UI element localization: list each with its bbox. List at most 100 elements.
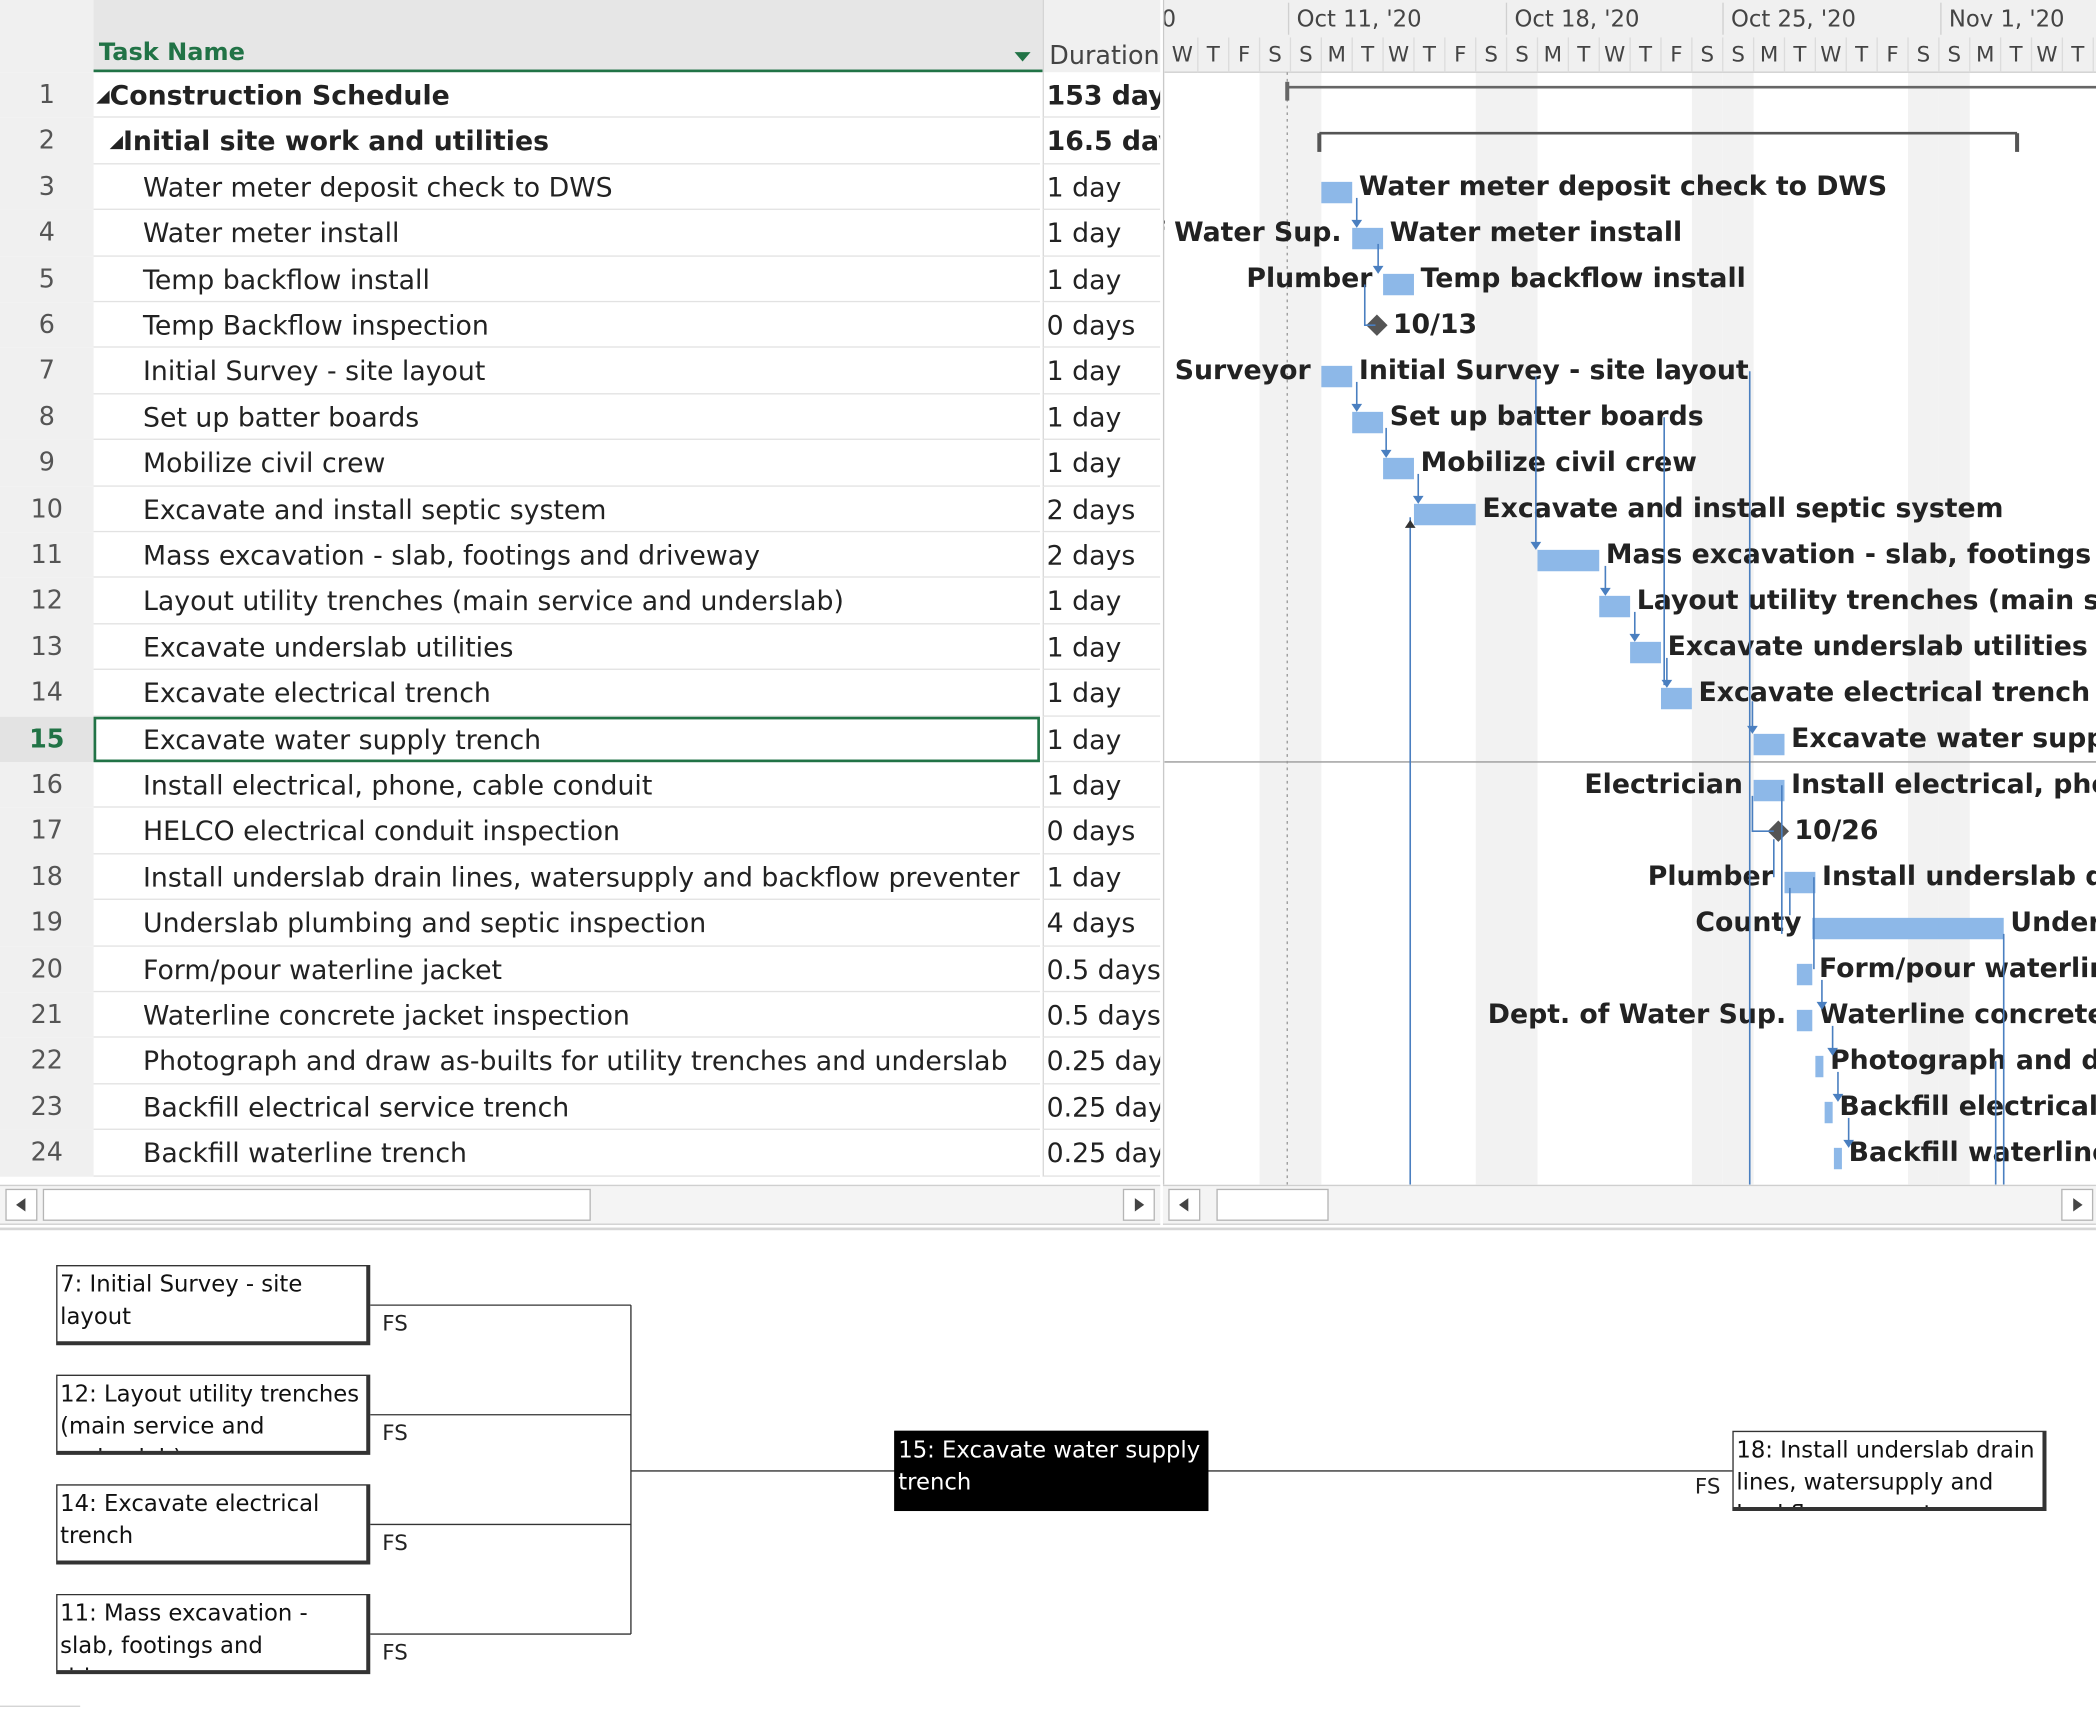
predecessor-node-14[interactable]: 14: Excavate electrical trench: [56, 1484, 371, 1565]
gantt-scroll-thumb[interactable]: [1216, 1188, 1329, 1221]
task-name-cell[interactable]: Excavate electrical trench: [93, 670, 1040, 717]
task-name-cell[interactable]: Temp Backflow inspection: [93, 302, 1040, 349]
row-number[interactable]: 6: [0, 302, 94, 349]
task-name-cell[interactable]: Mass excavation - slab, footings and dri…: [93, 532, 1040, 579]
task-name-cell[interactable]: Initial Survey - site layout: [93, 348, 1040, 395]
collapse-triangle-icon[interactable]: ◢: [96, 87, 109, 107]
successor-node-18[interactable]: 18: Install underslab drain lines, water…: [1732, 1430, 2047, 1512]
task-name-cell[interactable]: Install underslab drain lines, watersupp…: [93, 854, 1040, 901]
table-row[interactable]: 19 Underslab plumbing and septic inspecti…: [0, 900, 1161, 947]
duration-cell[interactable]: 0.5 days: [1042, 992, 1161, 1039]
table-row[interactable]: 21 Waterline concrete jacket inspection 0.…: [0, 992, 1161, 1039]
predecessor-node-11[interactable]: 11: Mass excavation - slab, footings and…: [56, 1593, 371, 1675]
table-row[interactable]: 9 Mobilize civil crew 1 day: [0, 440, 1161, 487]
row-number[interactable]: 13: [0, 624, 94, 671]
task-name-cell[interactable]: Layout utility trenches (main service an…: [93, 578, 1040, 625]
task-name-cell[interactable]: Waterline concrete jacket inspection: [93, 992, 1040, 1039]
task-name-column-header[interactable]: Task Name: [93, 0, 1043, 73]
row-number[interactable]: 5: [0, 256, 94, 303]
task-name-cell[interactable]: Backfill electrical service trench: [93, 1084, 1040, 1131]
table-row[interactable]: 4 Water meter install 1 day: [0, 210, 1161, 257]
row-number[interactable]: 16: [0, 762, 94, 809]
duration-cell[interactable]: 0.5 days: [1042, 946, 1161, 993]
duration-cell[interactable]: 0.25 days: [1042, 1038, 1161, 1085]
row-number[interactable]: 7: [0, 348, 94, 395]
table-row[interactable]: 5 Temp backflow install 1 day: [0, 256, 1161, 303]
row-number[interactable]: 9: [0, 440, 94, 487]
filter-dropdown-icon[interactable]: [1014, 52, 1031, 62]
table-horizontal-scrollbar[interactable]: [0, 1184, 1161, 1225]
task-name-cell[interactable]: Underslab plumbing and septic inspection: [93, 900, 1040, 947]
row-number[interactable]: 8: [0, 394, 94, 441]
task-name-cell[interactable]: Set up batter boards: [93, 394, 1040, 441]
row-number[interactable]: 24: [0, 1130, 94, 1177]
duration-cell[interactable]: 16.5 days: [1042, 118, 1161, 165]
duration-cell[interactable]: 1 day: [1042, 348, 1161, 395]
task-name-cell[interactable]: ◢Construction Schedule: [93, 72, 1040, 119]
duration-cell[interactable]: 1 day: [1042, 210, 1161, 257]
table-row[interactable]: 15 Excavate water supply trench 1 day: [0, 716, 1161, 763]
row-number[interactable]: 1: [0, 72, 94, 119]
row-number-header[interactable]: [0, 0, 94, 73]
table-row[interactable]: 3 Water meter deposit check to DWS 1 day: [0, 164, 1161, 211]
task-name-cell[interactable]: Excavate underslab utilities: [93, 624, 1040, 671]
gantt-scroll-right-button[interactable]: [2061, 1188, 2094, 1221]
row-number[interactable]: 23: [0, 1084, 94, 1131]
task-name-cell[interactable]: Water meter install: [93, 210, 1040, 257]
table-row[interactable]: 16 Install electrical, phone, cable condu…: [0, 762, 1161, 809]
table-row[interactable]: 22 Photograph and draw as-builts for util…: [0, 1038, 1161, 1085]
task-name-cell[interactable]: Excavate and install septic system: [93, 486, 1040, 533]
task-name-cell[interactable]: Mobilize civil crew: [93, 440, 1040, 487]
duration-cell[interactable]: 1 day: [1042, 394, 1161, 441]
table-row[interactable]: 18 Install underslab drain lines, watersu…: [0, 854, 1161, 901]
task-name-cell[interactable]: Photograph and draw as-builts for utilit…: [93, 1038, 1040, 1085]
gantt-scroll-left-button[interactable]: [1168, 1188, 1201, 1221]
duration-cell[interactable]: 1 day: [1042, 854, 1161, 901]
duration-cell[interactable]: 1 day: [1042, 440, 1161, 487]
row-number[interactable]: 2: [0, 118, 94, 165]
row-number[interactable]: 4: [0, 210, 94, 257]
gantt-horizontal-scrollbar[interactable]: [1162, 1184, 2096, 1225]
task-name-cell[interactable]: Excavate water supply trench: [93, 716, 1040, 763]
row-number[interactable]: 19: [0, 900, 94, 947]
duration-cell[interactable]: 0.25 days: [1042, 1130, 1161, 1177]
duration-column-header[interactable]: Duration: [1042, 0, 1161, 73]
duration-cell[interactable]: 1 day: [1042, 716, 1161, 763]
table-row[interactable]: 2 ◢Initial site work and utilities 16.5 da…: [0, 118, 1161, 165]
duration-cell[interactable]: 4 days: [1042, 900, 1161, 947]
duration-cell[interactable]: 1 day: [1042, 256, 1161, 303]
table-row[interactable]: 11 Mass excavation - slab, footings and d…: [0, 532, 1161, 579]
current-task-node[interactable]: 15: Excavate water supply trench: [894, 1430, 1209, 1512]
duration-cell[interactable]: 1 day: [1042, 164, 1161, 211]
task-name-cell[interactable]: Temp backflow install: [93, 256, 1040, 303]
table-row[interactable]: 10 Excavate and install septic system 2 da…: [0, 486, 1161, 533]
duration-cell[interactable]: 0.25 days: [1042, 1084, 1161, 1131]
row-number[interactable]: 11: [0, 532, 94, 579]
row-number[interactable]: 17: [0, 808, 94, 855]
duration-cell[interactable]: 2 days: [1042, 486, 1161, 533]
scroll-left-button[interactable]: [5, 1188, 38, 1221]
table-row[interactable]: 6 Temp Backflow inspection 0 days: [0, 302, 1161, 349]
task-name-cell[interactable]: Form/pour waterline jacket: [93, 946, 1040, 993]
table-row[interactable]: 12 Layout utility trenches (main service …: [0, 578, 1161, 625]
duration-cell[interactable]: 1 day: [1042, 624, 1161, 671]
collapse-triangle-icon[interactable]: ◢: [110, 133, 123, 153]
row-number[interactable]: 15: [0, 716, 94, 763]
row-number[interactable]: 18: [0, 854, 94, 901]
row-number[interactable]: 12: [0, 578, 94, 625]
table-row[interactable]: 8 Set up batter boards 1 day: [0, 394, 1161, 441]
duration-cell[interactable]: 1 day: [1042, 670, 1161, 717]
table-row[interactable]: 7 Initial Survey - site layout 1 day: [0, 348, 1161, 395]
row-number[interactable]: 20: [0, 946, 94, 993]
task-name-cell[interactable]: Backfill waterline trench: [93, 1130, 1040, 1177]
task-name-cell[interactable]: ◢Initial site work and utilities: [93, 118, 1040, 165]
predecessor-node-12[interactable]: 12: Layout utility trenches (main servic…: [56, 1374, 371, 1455]
row-number[interactable]: 3: [0, 164, 94, 211]
scroll-right-button[interactable]: [1122, 1188, 1155, 1221]
row-number[interactable]: 10: [0, 486, 94, 533]
duration-cell[interactable]: 0 days: [1042, 808, 1161, 855]
duration-cell[interactable]: 153 days: [1042, 72, 1161, 119]
table-row[interactable]: 20 Form/pour waterline jacket 0.5 days: [0, 946, 1161, 993]
row-number[interactable]: 21: [0, 992, 94, 1039]
task-name-cell[interactable]: Water meter deposit check to DWS: [93, 164, 1040, 211]
